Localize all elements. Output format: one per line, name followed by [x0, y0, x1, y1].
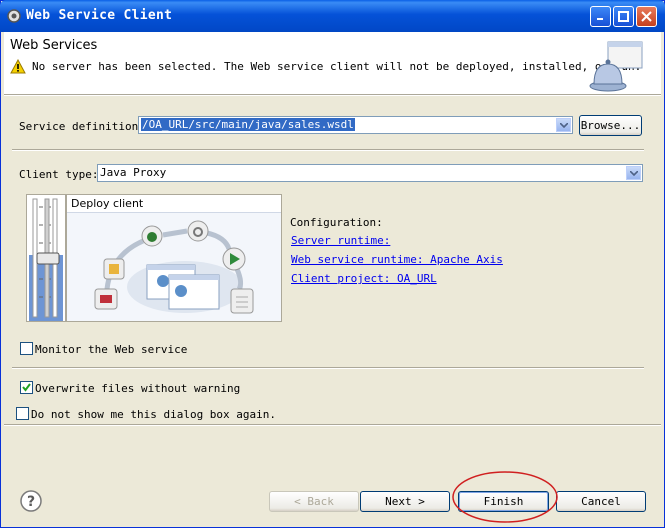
overwrite-checkbox[interactable]: [20, 381, 33, 394]
web-service-runtime-link[interactable]: Web service runtime: Apache Axis: [291, 253, 503, 266]
monitor-label: Monitor the Web service: [35, 343, 188, 356]
slider-thumb: [36, 252, 60, 265]
header-separator: [4, 94, 661, 96]
next-button-label: Next >: [385, 495, 425, 508]
section-separator: [12, 149, 644, 151]
checkmark-icon: [22, 383, 31, 392]
help-icon[interactable]: ?: [20, 490, 42, 512]
next-button[interactable]: Next >: [360, 491, 450, 512]
eclipse-gear-icon: [7, 9, 21, 23]
client-type-value: Java Proxy: [100, 166, 167, 179]
client-type-label: Client type:: [19, 168, 99, 181]
client-type-combo[interactable]: Java Proxy: [97, 164, 643, 182]
footer-separator: [4, 424, 661, 426]
back-button[interactable]: < Back: [269, 491, 359, 512]
back-button-label: < Back: [294, 495, 334, 508]
page-title: Web Services: [10, 38, 98, 53]
overwrite-label: Overwrite files without warning: [35, 382, 241, 395]
slider-track: [29, 198, 63, 321]
browse-button-label: Browse...: [580, 119, 641, 132]
browse-button[interactable]: Browse...: [579, 115, 642, 136]
minimize-icon: [597, 18, 603, 20]
flow-arrow: [162, 228, 188, 238]
window-title: Web Service Client: [26, 8, 173, 23]
service-definition-combo[interactable]: /OA_URL/src/main/java/sales.wsdl: [138, 116, 573, 134]
chevron-down-icon[interactable]: [626, 166, 641, 180]
document-icon: [230, 288, 254, 314]
cancel-button[interactable]: Cancel: [556, 491, 646, 512]
web-service-bell-icon: [589, 41, 643, 92]
client-project-link[interactable]: Client project: OA_URL: [291, 272, 437, 285]
close-icon: [641, 11, 652, 22]
warning-icon: [10, 59, 26, 74]
deploy-lifecycle-diagram: [94, 220, 254, 314]
deploy-level-slider[interactable]: [26, 194, 66, 322]
close-button[interactable]: [636, 6, 657, 27]
flow-arrow: [206, 230, 232, 250]
settings-icon: [187, 220, 209, 242]
do-not-show-checkbox[interactable]: [16, 407, 29, 420]
configuration-heading: Configuration:: [290, 216, 383, 229]
service-definition-value: /OA_URL/src/main/java/sales.wsdl: [141, 118, 355, 131]
cancel-button-label: Cancel: [581, 495, 621, 508]
chevron-down-icon[interactable]: [556, 118, 571, 132]
monitor-checkbox[interactable]: [20, 342, 33, 355]
highlight-oval-annotation: [452, 471, 558, 523]
server-runtime-link[interactable]: Server runtime:: [291, 234, 390, 247]
slider-caption: Deploy client: [71, 197, 144, 210]
warning-message: No server has been selected. The Web ser…: [32, 60, 642, 73]
do-not-show-label: Do not show me this dialog box again.: [31, 408, 277, 421]
svg-text:?: ?: [27, 494, 35, 510]
minimize-button[interactable]: [590, 6, 611, 27]
service-definition-label: Service definition:: [19, 120, 145, 133]
maximize-button[interactable]: [613, 6, 634, 27]
maximize-icon: [618, 11, 629, 22]
options-separator: [12, 367, 644, 369]
deploy-client-graphic: Deploy client: [66, 194, 282, 322]
